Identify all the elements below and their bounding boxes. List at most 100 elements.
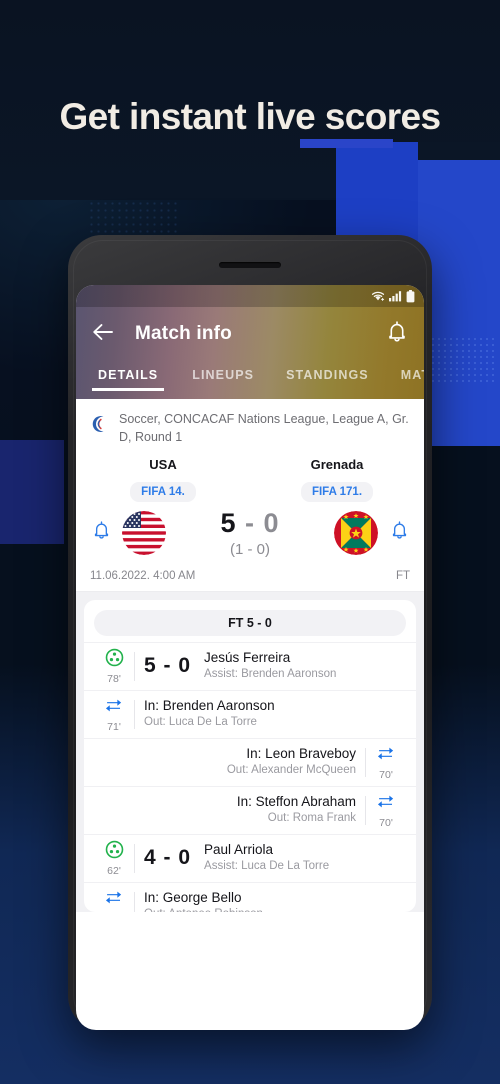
substitution-icon [377,744,396,768]
event-primary-text: In: Brenden Aaronson [144,697,275,713]
notification-button[interactable] [384,320,410,348]
event-secondary-text: Out: Luca De La Torre [144,716,257,729]
event-minute: 78' [107,672,121,685]
bell-icon [391,520,408,545]
home-team-notify-button[interactable] [90,520,112,545]
event-divider [134,891,135,912]
event-row[interactable]: 62' 4 - 0 Paul Arriola Assist: Luca De L… [84,833,416,882]
score-display: 5 - 0 (1 - 0) [166,508,334,558]
event-primary-text: In: Leon Braveboy [246,745,356,761]
event-icon-column: 62' [94,840,134,877]
tab-lineups[interactable]: LINEUPS [192,361,254,382]
phone-mockup: Match info DETAILS LINEUPS STANDINGS MAT [68,235,432,1030]
match-meta-row: 11.06.2022. 4:00 AM FT [76,558,424,592]
status-bar [76,285,424,307]
away-team-rank-badge: FIFA 171. [300,481,374,502]
event-primary-text: In: George Bello [144,889,242,905]
event-body: In: George Bello Out: Antonee Robinson [144,890,406,912]
event-body: Paul Arriola Assist: Luca De La Torre [204,842,406,875]
teams-row: USA FIFA 14. Grenada FIFA 171. [76,447,424,502]
events-header-pill: FT 5 - 0 [94,609,406,636]
usa-flag-icon [122,510,166,555]
event-secondary-text: Out: Alexander McQueen [226,764,356,777]
event-secondary-text: Out: Antonee Robinson [144,907,406,911]
event-icon-column: 70' [366,744,406,781]
app-header: Match info DETAILS LINEUPS STANDINGS MAT [76,285,424,399]
substitution-icon [377,792,396,816]
event-body: In: Brenden Aaronson Out: Luca De La Tor… [144,698,406,731]
home-score: 5 [220,507,237,538]
match-summary-card: Soccer, CONCACAF Nations League, League … [76,399,424,592]
event-body: In: Steffon Abraham Out: Roma Frank [94,794,356,827]
home-team-rank-badge: FIFA 14. [130,481,196,502]
event-icon-column: 70' [366,792,406,829]
substitution-icon [105,696,124,720]
event-primary-text: In: Steffon Abraham [236,793,356,809]
event-primary-text: Jesús Ferreira [204,649,291,665]
event-icon-column: 60' [94,888,134,912]
match-datetime: 11.06.2022. 4:00 AM [90,569,196,582]
away-team-column[interactable]: Grenada FIFA 171. [250,457,424,502]
league-name: Soccer, CONCACAF Nations League, League … [119,412,409,444]
event-minute: 70' [379,768,393,781]
events-card: FT 5 - 0 78' 5 - 0 Jesús Ferreira Assist… [84,599,416,912]
away-score: 0 [263,507,280,538]
score-row: 5 - 0 (1 - 0) [76,502,424,558]
event-minute: 71' [107,720,121,733]
bell-icon [387,320,407,348]
back-arrow-icon [92,323,114,346]
event-icon-column: 78' [94,648,134,685]
event-running-score: 4 - 0 [144,846,192,869]
event-minute: 62' [107,864,121,877]
promo-headline: Get instant live scores [59,96,441,137]
phone-screen: Match info DETAILS LINEUPS STANDINGS MAT [76,285,424,1030]
event-minute: 70' [379,816,393,829]
event-row[interactable]: 71' In: Brenden Aaronson Out: Luca De La… [84,689,416,738]
score-separator: - [245,507,255,538]
battery-icon [406,289,415,303]
event-primary-text: Paul Arriola [204,841,274,857]
event-row[interactable]: In: Leon Braveboy Out: Alexander McQueen… [84,737,416,786]
grenada-flag-icon [334,510,378,555]
home-team-name: USA [149,456,177,472]
event-running-score: 5 - 0 [144,654,192,677]
away-team-notify-button[interactable] [388,520,410,545]
event-divider [134,651,135,681]
tab-standings[interactable]: STANDINGS [286,361,369,382]
page-title: Match info [135,323,232,344]
halftime-score: (1 - 0) [229,540,270,558]
soccer-ball-icon [105,840,124,864]
phone-earpiece-speaker [219,262,281,268]
events-section: FT 5 - 0 78' 5 - 0 Jesús Ferreira Assist… [76,591,424,912]
league-row[interactable]: Soccer, CONCACAF Nations League, League … [76,409,424,447]
away-team-name: Grenada [310,456,364,472]
substitution-icon [105,888,124,912]
concacaf-logo-icon [88,413,110,435]
wifi-icon [371,290,385,302]
event-body: In: Leon Braveboy Out: Alexander McQueen [94,746,356,779]
tab-details[interactable]: DETAILS [91,361,165,391]
event-body: Jesús Ferreira Assist: Brenden Aaronson [204,650,406,683]
match-status-badge: FT [395,569,410,582]
event-secondary-text: Assist: Brenden Aaronson [204,668,337,681]
event-row[interactable]: 60' In: George Bello Out: Antonee Robins… [84,881,416,912]
headline-accent-bar [300,139,393,148]
background-dot-pattern-right [430,336,496,384]
app-bar: Match info [76,307,424,361]
event-divider [134,843,135,873]
final-score: 5 - 0 [166,508,334,539]
back-button[interactable] [90,321,116,347]
background-blue-block-left [0,440,64,544]
tab-matches[interactable]: MAT [401,361,424,382]
event-secondary-text: Out: Roma Frank [267,812,356,825]
event-row[interactable]: 78' 5 - 0 Jesús Ferreira Assist: Brenden… [84,641,416,690]
signal-icon [389,290,402,302]
event-divider [134,699,135,729]
home-team-column[interactable]: USA FIFA 14. [76,457,250,502]
event-row[interactable]: In: Steffon Abraham Out: Roma Frank 70' [84,785,416,834]
bell-icon [93,520,110,545]
event-secondary-text: Assist: Luca De La Torre [204,860,330,873]
soccer-ball-icon [105,648,124,672]
event-icon-column: 71' [94,696,134,733]
tab-bar: DETAILS LINEUPS STANDINGS MAT [76,361,424,399]
